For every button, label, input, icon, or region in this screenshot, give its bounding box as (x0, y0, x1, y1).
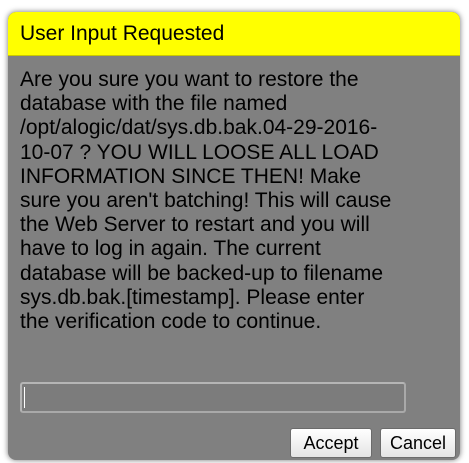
verification-code-input[interactable] (20, 382, 406, 413)
accept-button[interactable]: Accept (290, 428, 372, 458)
dialog-message: Are you sure you want to restore the dat… (20, 68, 392, 334)
dialog-title: User Input Requested (20, 22, 225, 45)
text-caret (24, 387, 25, 408)
user-input-dialog: User Input Requested Are you sure you wa… (8, 12, 460, 460)
dialog-title-bar[interactable]: User Input Requested (8, 12, 460, 56)
cancel-button[interactable]: Cancel (380, 428, 456, 458)
